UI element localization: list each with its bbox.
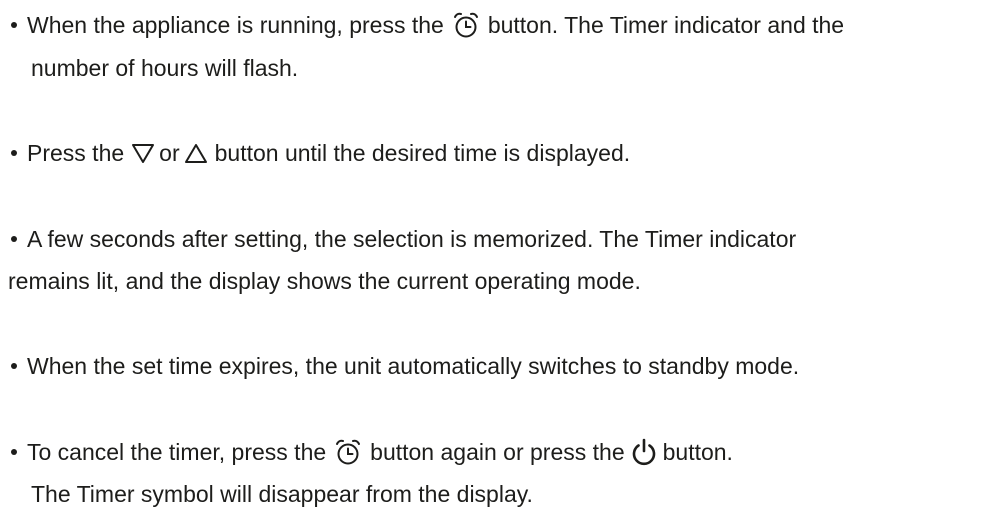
alarm-clock-icon	[333, 437, 363, 467]
instruction-item-2: Press the or button until the desired ti…	[0, 138, 630, 168]
item-5-text-middle: button again or press the	[370, 438, 625, 465]
item-5-text-after: button.	[662, 438, 733, 465]
item-1-line-2: number of hours will flash.	[31, 54, 299, 81]
instruction-item-4: When the set time expires, the unit auto…	[0, 351, 799, 381]
item-3-line-1: A few seconds after setting, the selecti…	[27, 225, 797, 252]
up-triangle-icon	[184, 142, 208, 164]
item-4-line-1: When the set time expires, the unit auto…	[27, 352, 800, 379]
power-icon	[629, 437, 659, 467]
item-2-text-middle: or	[159, 139, 180, 166]
bullet	[11, 363, 17, 369]
bullet	[11, 150, 17, 156]
instruction-item-3: A few seconds after setting, the selecti…	[0, 224, 796, 254]
instruction-item-3-continued: remains lit, and the display shows the c…	[8, 266, 641, 296]
item-1-text-after: button. The Timer indicator and the	[487, 11, 845, 38]
item-1-text-before: When the appliance is running, press the	[27, 11, 444, 38]
item-2-text-before: Press the	[27, 139, 125, 166]
alarm-clock-icon	[451, 10, 481, 40]
bullet	[11, 449, 17, 455]
item-5-line-2: The Timer symbol will disappear from the…	[31, 480, 533, 507]
instruction-item-1: When the appliance is running, press the…	[0, 10, 844, 40]
instruction-item-1-continued: number of hours will flash.	[31, 53, 298, 83]
instruction-item-5-continued: The Timer symbol will disappear from the…	[31, 479, 533, 509]
item-3-line-2: remains lit, and the display shows the c…	[8, 267, 641, 294]
item-2-text-after: button until the desired time is display…	[214, 139, 631, 166]
instruction-item-5: To cancel the timer, press the button ag…	[0, 437, 733, 467]
bullet	[11, 22, 17, 28]
down-triangle-icon	[131, 142, 155, 164]
item-5-text-before: To cancel the timer, press the	[27, 438, 327, 465]
bullet	[11, 236, 17, 242]
